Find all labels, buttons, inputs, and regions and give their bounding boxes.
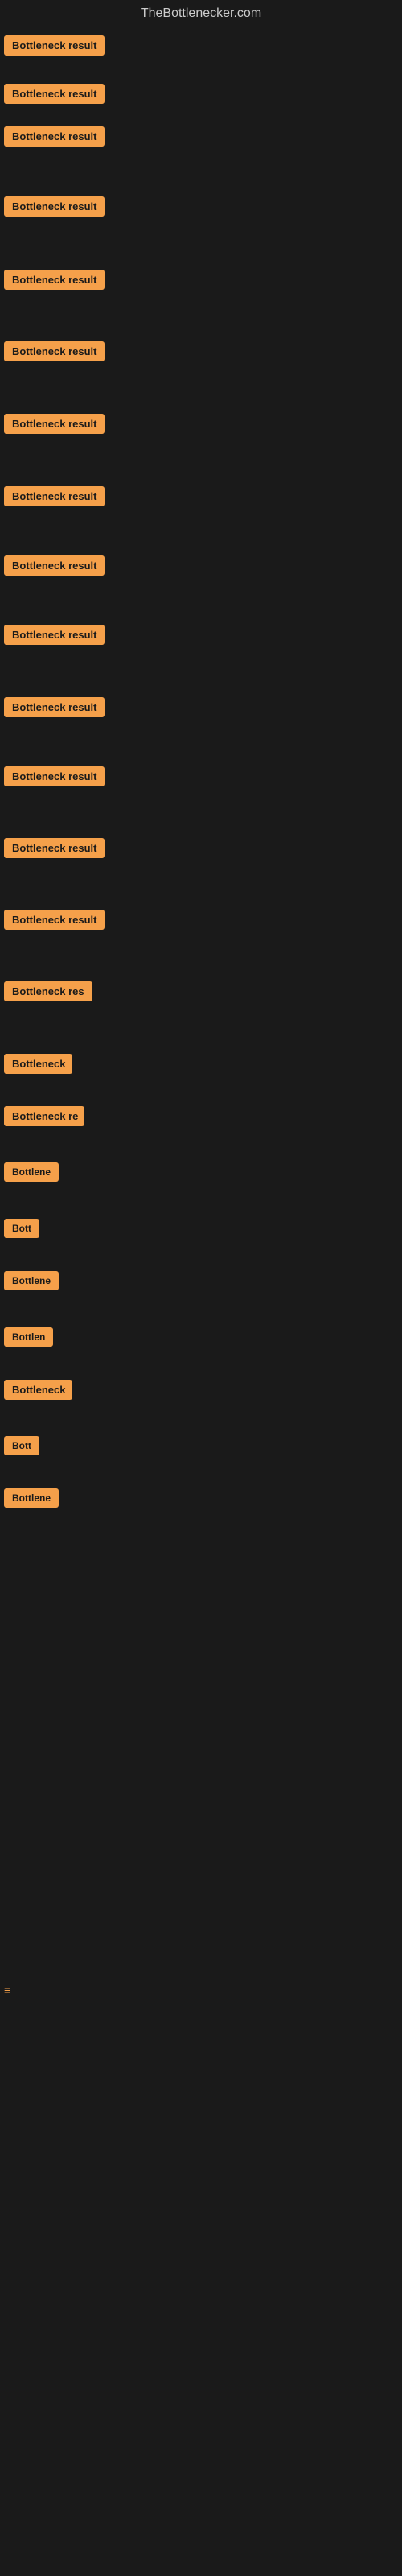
bottleneck-badge-20[interactable]: Bottlene xyxy=(4,1271,59,1290)
bottleneck-badge-3[interactable]: Bottleneck result xyxy=(4,126,105,147)
bottleneck-badge-21[interactable]: Bottlen xyxy=(4,1327,53,1347)
bottleneck-item-5[interactable]: Bottleneck result xyxy=(4,270,105,294)
bottleneck-badge-13[interactable]: Bottleneck result xyxy=(4,838,105,858)
bottleneck-badge-12[interactable]: Bottleneck result xyxy=(4,766,105,786)
bottleneck-item-2[interactable]: Bottleneck result xyxy=(4,84,105,108)
bottleneck-item-16[interactable]: Bottleneck xyxy=(4,1054,72,1078)
bottleneck-badge-10[interactable]: Bottleneck result xyxy=(4,625,105,645)
bottleneck-badge-5[interactable]: Bottleneck result xyxy=(4,270,105,290)
bottleneck-badge-22[interactable]: Bottleneck xyxy=(4,1380,72,1400)
bottleneck-item-14[interactable]: Bottleneck result xyxy=(4,910,105,934)
small-indicator: ≡ xyxy=(4,1984,10,1996)
bottleneck-item-7[interactable]: Bottleneck result xyxy=(4,414,105,438)
bottleneck-badge-6[interactable]: Bottleneck result xyxy=(4,341,105,361)
bottleneck-item-19[interactable]: Bott xyxy=(4,1219,39,1242)
bottleneck-item-6[interactable]: Bottleneck result xyxy=(4,341,105,365)
bottleneck-item-9[interactable]: Bottleneck result xyxy=(4,555,105,580)
bottleneck-item-12[interactable]: Bottleneck result xyxy=(4,766,105,791)
bottleneck-item-21[interactable]: Bottlen xyxy=(4,1327,53,1351)
bottleneck-item-18[interactable]: Bottlene xyxy=(4,1162,59,1186)
bottleneck-badge-1[interactable]: Bottleneck result xyxy=(4,35,105,56)
bottleneck-item-22[interactable]: Bottleneck xyxy=(4,1380,72,1404)
bottleneck-item-23[interactable]: Bott xyxy=(4,1436,39,1459)
bottleneck-badge-16[interactable]: Bottleneck xyxy=(4,1054,72,1074)
bottleneck-badge-14[interactable]: Bottleneck result xyxy=(4,910,105,930)
bottleneck-item-13[interactable]: Bottleneck result xyxy=(4,838,105,862)
bottleneck-item-10[interactable]: Bottleneck result xyxy=(4,625,105,649)
bottleneck-item-20[interactable]: Bottlene xyxy=(4,1271,59,1294)
bottleneck-item-4[interactable]: Bottleneck result xyxy=(4,196,105,221)
bottleneck-item-17[interactable]: Bottleneck re xyxy=(4,1106,84,1130)
bottleneck-item-3[interactable]: Bottleneck result xyxy=(4,126,105,151)
items-container: Bottleneck result Bottleneck result Bottle… xyxy=(0,27,402,2523)
bottleneck-badge-8[interactable]: Bottleneck result xyxy=(4,486,105,506)
bottleneck-item-8[interactable]: Bottleneck result xyxy=(4,486,105,510)
bottleneck-badge-4[interactable]: Bottleneck result xyxy=(4,196,105,217)
bottleneck-badge-24[interactable]: Bottlene xyxy=(4,1488,59,1508)
site-title: TheBottlenecker.com xyxy=(0,0,402,27)
bottleneck-badge-18[interactable]: Bottlene xyxy=(4,1162,59,1182)
bottleneck-badge-11[interactable]: Bottleneck result xyxy=(4,697,105,717)
bottleneck-item-15[interactable]: Bottleneck res xyxy=(4,981,92,1005)
bottleneck-badge-17[interactable]: Bottleneck re xyxy=(4,1106,84,1126)
bottleneck-item-11[interactable]: Bottleneck result xyxy=(4,697,105,721)
bottleneck-badge-23[interactable]: Bott xyxy=(4,1436,39,1455)
bottleneck-badge-7[interactable]: Bottleneck result xyxy=(4,414,105,434)
bottleneck-item-1[interactable]: Bottleneck result xyxy=(4,35,105,60)
bottleneck-badge-19[interactable]: Bott xyxy=(4,1219,39,1238)
bottleneck-badge-15[interactable]: Bottleneck res xyxy=(4,981,92,1001)
bottleneck-item-24[interactable]: Bottlene xyxy=(4,1488,59,1512)
bottleneck-badge-9[interactable]: Bottleneck result xyxy=(4,555,105,576)
bottleneck-badge-2[interactable]: Bottleneck result xyxy=(4,84,105,104)
